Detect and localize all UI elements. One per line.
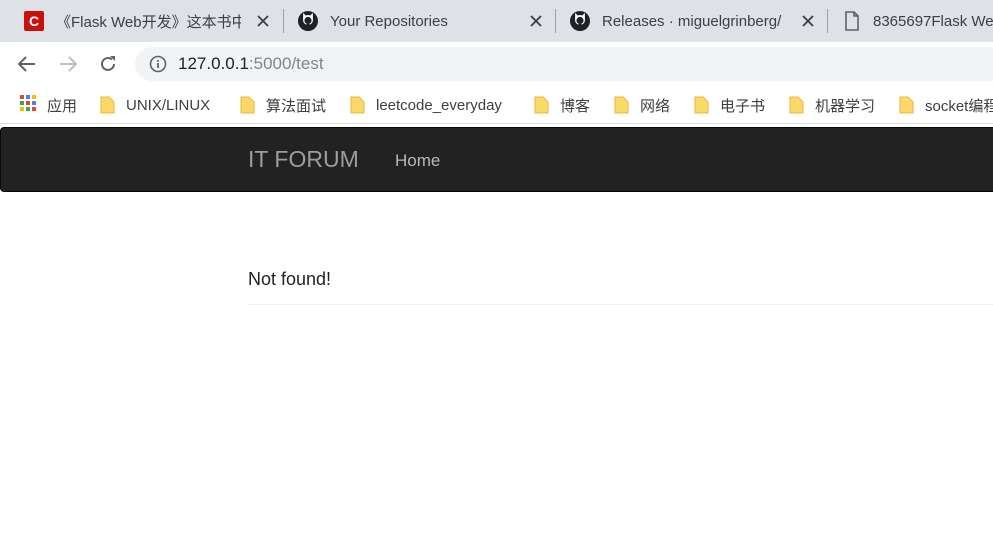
document-icon — [842, 11, 862, 31]
tab-strip: C 《Flask Web开发》这本书中 Your Repositories Re… — [0, 0, 993, 42]
bookmark-folder-network[interactable]: 网络 — [614, 86, 670, 124]
forward-button[interactable] — [54, 50, 82, 78]
bookmarks-bar: 应用 UNIX/LINUX 算法面试 leetcode_everyday 博客 … — [0, 86, 993, 124]
folder-icon — [899, 96, 914, 114]
bookmark-folder-algorithms[interactable]: 算法面试 — [240, 86, 326, 124]
bookmark-label: UNIX/LINUX — [126, 96, 211, 114]
github-icon — [298, 11, 318, 31]
bookmark-folder-leetcode[interactable]: leetcode_everyday — [350, 86, 502, 124]
url-text[interactable]: 127.0.0.1:5000/test — [178, 54, 324, 74]
bookmark-folder-unix-linux[interactable]: UNIX/LINUX — [100, 86, 210, 124]
tab-title: 《Flask Web开发》这本书中 — [56, 13, 241, 31]
info-icon[interactable] — [149, 55, 167, 73]
folder-icon — [614, 96, 629, 114]
back-button[interactable] — [13, 50, 41, 78]
page-title: Not found! — [248, 269, 332, 289]
tab-separator — [827, 9, 828, 33]
apps-grid-icon — [20, 94, 36, 116]
address-bar[interactable]: 127.0.0.1:5000/test — [135, 47, 993, 81]
page-header: Not found! — [248, 268, 993, 305]
tab-your-repositories[interactable]: Your Repositories — [298, 0, 553, 42]
bookmark-label: 机器学习 — [815, 97, 876, 115]
folder-icon — [789, 96, 804, 114]
reload-button[interactable] — [94, 50, 122, 78]
tab-title: Your Repositories — [330, 12, 448, 30]
tab-separator — [283, 9, 284, 33]
bookmark-label: 电子书 — [720, 97, 766, 115]
bookmark-label: 网络 — [640, 97, 671, 115]
folder-icon — [534, 96, 549, 114]
nav-link-home[interactable]: Home — [395, 151, 440, 171]
svg-text:C: C — [29, 13, 39, 29]
tab-releases[interactable]: Releases · miguelgrinberg/ — [570, 0, 820, 42]
tab-flask-document[interactable]: 8365697Flask We — [842, 0, 993, 42]
bookmark-folder-socket[interactable]: socket编程 — [899, 86, 993, 124]
github-icon — [570, 11, 590, 31]
bookmark-label: 博客 — [560, 97, 591, 115]
bookmark-apps[interactable]: 应用 — [20, 86, 77, 124]
folder-icon — [240, 96, 255, 114]
bookmark-label: leetcode_everyday — [376, 96, 502, 114]
tab-flask-book[interactable]: C 《Flask Web开发》这本书中 — [24, 0, 279, 42]
bookmark-label: 算法面试 — [266, 97, 327, 115]
bookmark-folder-machine-learning[interactable]: 机器学习 — [789, 86, 875, 124]
csdn-icon: C — [24, 11, 44, 31]
tab-separator — [555, 9, 556, 33]
tab-title: 8365697Flask We — [873, 12, 993, 30]
tab-title: Releases · miguelgrinberg/ — [602, 12, 782, 30]
folder-icon — [350, 96, 365, 114]
bookmark-label: 应用 — [47, 97, 78, 115]
navbar-brand[interactable]: IT FORUM — [248, 146, 359, 173]
url-path: :5000/test — [248, 54, 324, 73]
bookmark-folder-ebooks[interactable]: 电子书 — [694, 86, 765, 124]
folder-icon — [100, 96, 115, 114]
close-icon[interactable] — [254, 12, 272, 30]
site-navbar: IT FORUM Home — [0, 127, 993, 192]
close-icon[interactable] — [527, 12, 545, 30]
close-icon[interactable] — [799, 12, 817, 30]
url-host: 127.0.0.1 — [178, 54, 249, 73]
folder-icon — [694, 96, 709, 114]
browser-toolbar: 127.0.0.1:5000/test — [0, 42, 993, 86]
bookmark-folder-blog[interactable]: 博客 — [534, 86, 590, 124]
bookmark-label: socket编程 — [925, 97, 993, 115]
